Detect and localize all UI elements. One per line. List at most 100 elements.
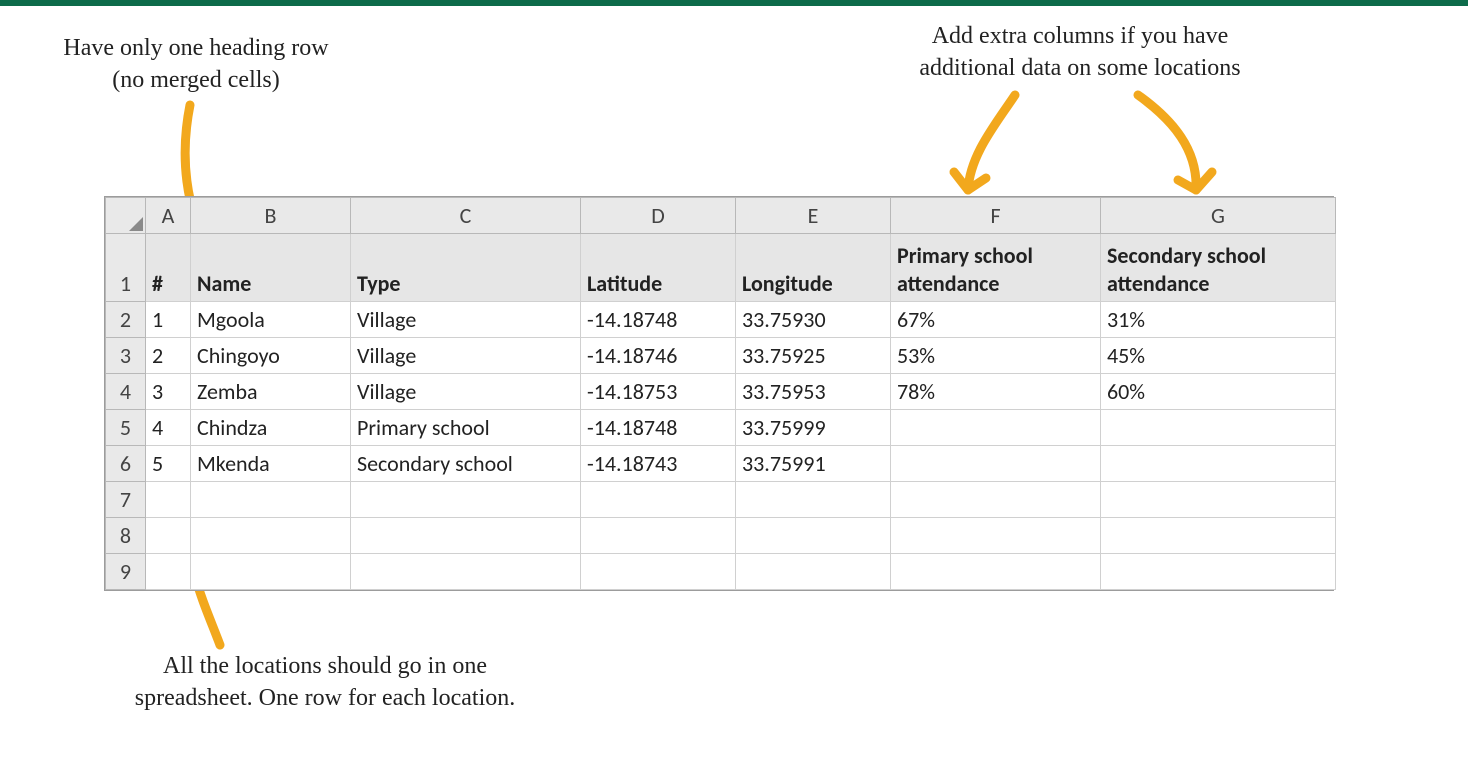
cell[interactable] (891, 554, 1101, 590)
table-row: 2 1 Mgoola Village -14.18748 33.75930 67… (106, 302, 1336, 338)
cell[interactable]: 60% (1101, 374, 1336, 410)
cell[interactable] (581, 554, 736, 590)
cell[interactable]: 33.75991 (736, 446, 891, 482)
annotation-extra-columns: Add extra columns if you haveadditional … (870, 20, 1290, 85)
spreadsheet-table: A B C D E F G 1 # Name Type Latitude Lon… (105, 197, 1336, 590)
cell[interactable] (351, 482, 581, 518)
select-all-corner[interactable] (106, 198, 146, 234)
row-header-9[interactable]: 9 (106, 554, 146, 590)
cell[interactable]: Village (351, 302, 581, 338)
cell-a1[interactable]: # (146, 234, 191, 302)
cell[interactable]: 33.75930 (736, 302, 891, 338)
cell[interactable]: 33.75999 (736, 410, 891, 446)
column-letter-row: A B C D E F G (106, 198, 1336, 234)
cell[interactable]: -14.18753 (581, 374, 736, 410)
table-row: 5 4 Chindza Primary school -14.18748 33.… (106, 410, 1336, 446)
cell[interactable] (581, 482, 736, 518)
header-row: 1 # Name Type Latitude Longitude Primary… (106, 234, 1336, 302)
table-row: 9 (106, 554, 1336, 590)
cell[interactable]: 31% (1101, 302, 1336, 338)
table-row: 7 (106, 482, 1336, 518)
cell[interactable] (191, 554, 351, 590)
annotation-heading-row: Have only one heading row(no merged cell… (36, 32, 356, 97)
cell-e1[interactable]: Longitude (736, 234, 891, 302)
cell[interactable] (146, 518, 191, 554)
cell[interactable]: -14.18743 (581, 446, 736, 482)
cell[interactable]: -14.18748 (581, 302, 736, 338)
cell[interactable] (1101, 446, 1336, 482)
table-row: 3 2 Chingoyo Village -14.18746 33.75925 … (106, 338, 1336, 374)
cell[interactable]: Village (351, 338, 581, 374)
cell[interactable] (1101, 410, 1336, 446)
cell[interactable]: 2 (146, 338, 191, 374)
cell-g1[interactable]: Secondary school attendance (1101, 234, 1336, 302)
row-header-1[interactable]: 1 (106, 234, 146, 302)
annotation-text: Have only one heading row(no merged cell… (63, 35, 328, 93)
cell-d1[interactable]: Latitude (581, 234, 736, 302)
row-header-7[interactable]: 7 (106, 482, 146, 518)
col-header-c[interactable]: C (351, 198, 581, 234)
arrow-to-col-f (940, 90, 1030, 210)
cell[interactable]: 5 (146, 446, 191, 482)
cell[interactable]: Mkenda (191, 446, 351, 482)
cell[interactable]: 33.75925 (736, 338, 891, 374)
arrow-to-col-g (1118, 90, 1228, 210)
cell[interactable] (736, 482, 891, 518)
cell[interactable] (891, 410, 1101, 446)
cell[interactable]: Chindza (191, 410, 351, 446)
row-header-2[interactable]: 2 (106, 302, 146, 338)
cell[interactable]: 1 (146, 302, 191, 338)
cell[interactable] (1101, 482, 1336, 518)
table-row: 6 5 Mkenda Secondary school -14.18743 33… (106, 446, 1336, 482)
cell[interactable]: Mgoola (191, 302, 351, 338)
col-header-d[interactable]: D (581, 198, 736, 234)
col-header-a[interactable]: A (146, 198, 191, 234)
cell[interactable]: 67% (891, 302, 1101, 338)
cell[interactable]: Zemba (191, 374, 351, 410)
annotation-one-row-each: All the locations should go in onespread… (110, 650, 540, 715)
cell[interactable]: 53% (891, 338, 1101, 374)
cell[interactable] (891, 446, 1101, 482)
cell[interactable]: Village (351, 374, 581, 410)
cell[interactable] (191, 482, 351, 518)
cell[interactable]: 45% (1101, 338, 1336, 374)
cell-f1[interactable]: Primary school attendance (891, 234, 1101, 302)
table-row: 4 3 Zemba Village -14.18753 33.75953 78%… (106, 374, 1336, 410)
cell-c1[interactable]: Type (351, 234, 581, 302)
cell[interactable]: Secondary school (351, 446, 581, 482)
cell[interactable]: Primary school (351, 410, 581, 446)
cell[interactable]: 3 (146, 374, 191, 410)
cell[interactable] (351, 518, 581, 554)
cell[interactable] (146, 482, 191, 518)
col-header-g[interactable]: G (1101, 198, 1336, 234)
cell[interactable] (891, 482, 1101, 518)
cell[interactable] (736, 518, 891, 554)
cell[interactable]: -14.18746 (581, 338, 736, 374)
col-header-f[interactable]: F (891, 198, 1101, 234)
cell[interactable] (1101, 518, 1336, 554)
annotation-text: All the locations should go in onespread… (135, 653, 516, 711)
row-header-6[interactable]: 6 (106, 446, 146, 482)
col-header-b[interactable]: B (191, 198, 351, 234)
cell[interactable] (351, 554, 581, 590)
row-header-8[interactable]: 8 (106, 518, 146, 554)
cell[interactable]: -14.18748 (581, 410, 736, 446)
cell[interactable] (891, 518, 1101, 554)
col-header-e[interactable]: E (736, 198, 891, 234)
annotation-text: Add extra columns if you haveadditional … (919, 23, 1240, 81)
cell-b1[interactable]: Name (191, 234, 351, 302)
cell[interactable] (581, 518, 736, 554)
cell[interactable] (191, 518, 351, 554)
cell[interactable]: Chingoyo (191, 338, 351, 374)
cell[interactable] (1101, 554, 1336, 590)
cell[interactable] (736, 554, 891, 590)
cell[interactable]: 33.75953 (736, 374, 891, 410)
table-row: 8 (106, 518, 1336, 554)
top-accent-bar (0, 0, 1468, 6)
cell[interactable] (146, 554, 191, 590)
row-header-4[interactable]: 4 (106, 374, 146, 410)
cell[interactable]: 78% (891, 374, 1101, 410)
row-header-3[interactable]: 3 (106, 338, 146, 374)
row-header-5[interactable]: 5 (106, 410, 146, 446)
cell[interactable]: 4 (146, 410, 191, 446)
